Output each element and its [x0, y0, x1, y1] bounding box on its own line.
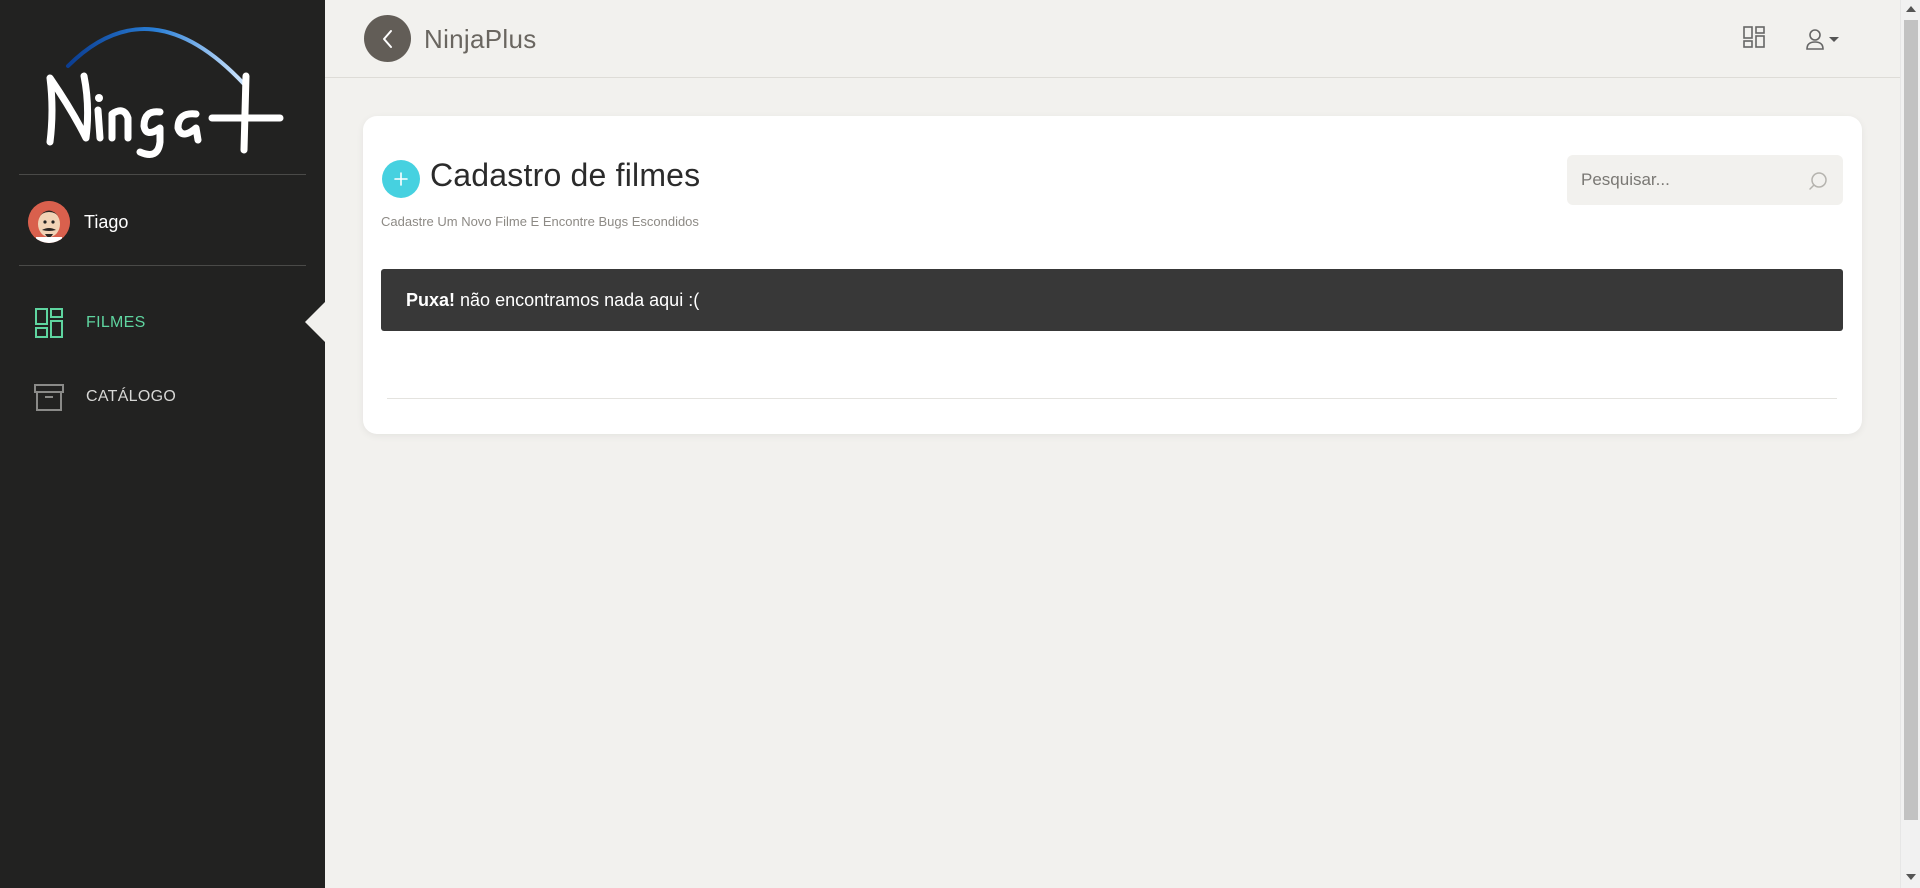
- avatar: [28, 201, 70, 243]
- alert-strong-text: Puxa!: [406, 289, 456, 310]
- user-menu-button[interactable]: [1805, 26, 1839, 52]
- archive-box-icon: [34, 382, 64, 412]
- search-icon[interactable]: [1808, 171, 1828, 191]
- user-profile[interactable]: Tiago: [28, 200, 128, 244]
- add-movie-button[interactable]: [382, 160, 420, 198]
- sidebar: Tiago FILMES CATÁLOGO: [0, 0, 325, 888]
- sidebar-item-label: FILMES: [86, 314, 146, 331]
- search-box: [1567, 155, 1843, 205]
- user-name: Tiago: [84, 211, 129, 232]
- search-input[interactable]: [1567, 155, 1797, 205]
- active-item-indicator: [305, 302, 325, 342]
- back-button[interactable]: [364, 15, 411, 62]
- alert-message: não encontramos nada aqui :(: [460, 289, 700, 310]
- movies-card: Cadastro de filmes Cadastre Um Novo Film…: [363, 116, 1862, 434]
- card-divider: [387, 398, 1837, 399]
- page-subtitle: Cadastre Um Novo Filme E Encontre Bugs E…: [381, 214, 699, 229]
- sidebar-item-filmes[interactable]: FILMES: [34, 306, 146, 340]
- topbar: NinjaPlus: [325, 0, 1900, 78]
- dashboard-button[interactable]: [1743, 26, 1769, 52]
- sidebar-divider: [19, 265, 306, 266]
- app-title: NinjaPlus: [424, 24, 537, 54]
- sidebar-item-label: CATÁLOGO: [86, 388, 177, 405]
- sidebar-divider: [19, 174, 306, 175]
- dashboard-grid-icon: [1743, 26, 1765, 48]
- scrollbar-thumb[interactable]: [1904, 20, 1918, 820]
- scroll-down-arrow-icon[interactable]: [1906, 874, 1916, 880]
- scroll-up-arrow-icon[interactable]: [1906, 6, 1916, 12]
- plus-icon: [394, 172, 408, 186]
- chevron-down-icon: [1829, 36, 1839, 42]
- empty-state-alert: Puxa! não encontramos nada aqui :(: [381, 269, 1843, 331]
- sidebar-item-catalogo[interactable]: CATÁLOGO: [34, 380, 176, 414]
- dashboard-grid-icon: [34, 308, 64, 338]
- page-title: Cadastro de filmes: [430, 157, 701, 193]
- user-icon: [1806, 29, 1824, 50]
- chevron-left-icon: [382, 29, 392, 48]
- ninja-plus-logo[interactable]: [40, 14, 290, 160]
- scrollbar[interactable]: [1900, 0, 1920, 888]
